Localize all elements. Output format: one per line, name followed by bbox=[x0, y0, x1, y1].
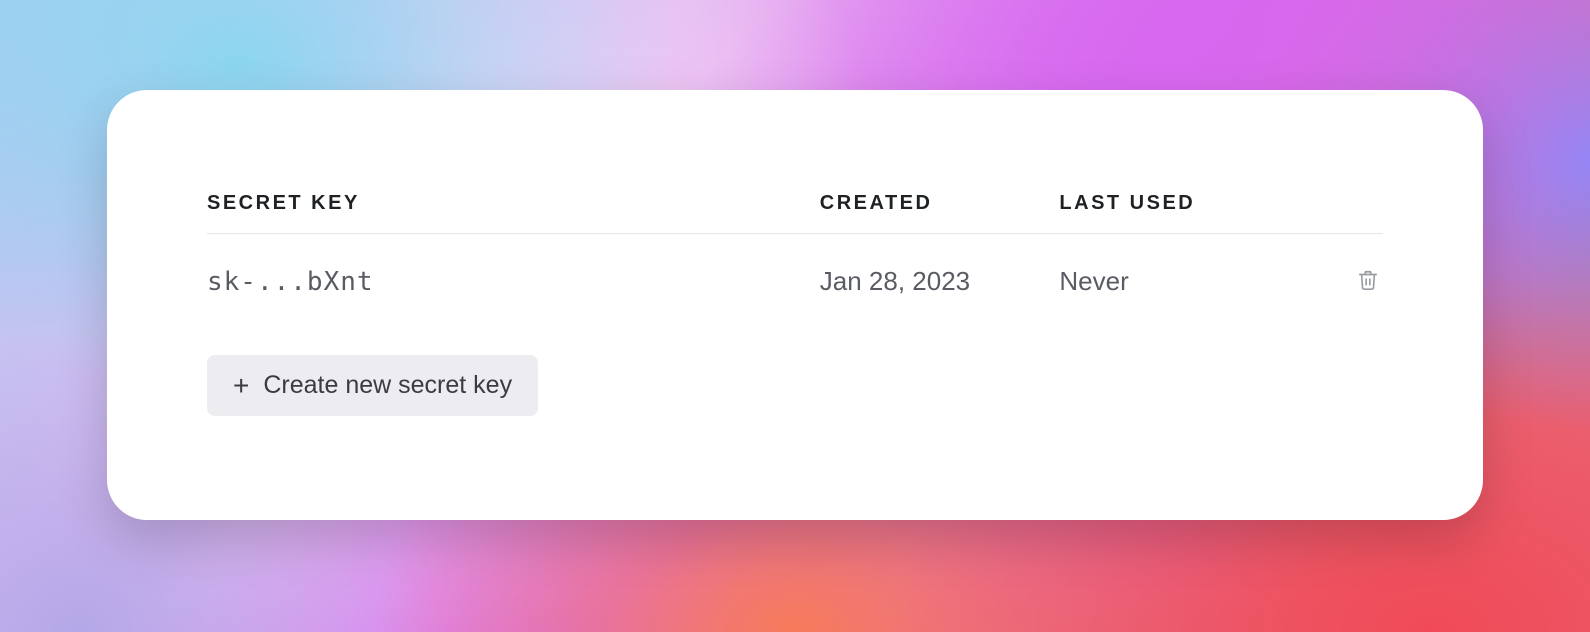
plus-icon: + bbox=[233, 372, 249, 400]
create-button-label: Create new secret key bbox=[263, 371, 512, 400]
trash-icon bbox=[1357, 268, 1379, 292]
api-keys-table: SECRET KEY CREATED LAST USED sk-...bXnt … bbox=[207, 192, 1383, 329]
create-new-secret-key-button[interactable]: + Create new secret key bbox=[207, 355, 538, 416]
header-actions bbox=[1322, 192, 1383, 234]
cell-last-used: Never bbox=[1059, 234, 1322, 330]
delete-key-button[interactable] bbox=[1353, 264, 1383, 296]
cell-actions bbox=[1322, 234, 1383, 330]
cell-created: Jan 28, 2023 bbox=[820, 234, 1060, 330]
header-last-used: LAST USED bbox=[1059, 192, 1322, 234]
header-created: CREATED bbox=[820, 192, 1060, 234]
header-secret-key: SECRET KEY bbox=[207, 192, 820, 234]
table-row: sk-...bXnt Jan 28, 2023 Never bbox=[207, 234, 1383, 330]
table-header-row: SECRET KEY CREATED LAST USED bbox=[207, 192, 1383, 234]
cell-secret-key: sk-...bXnt bbox=[207, 234, 820, 330]
api-keys-card: SECRET KEY CREATED LAST USED sk-...bXnt … bbox=[107, 90, 1483, 520]
